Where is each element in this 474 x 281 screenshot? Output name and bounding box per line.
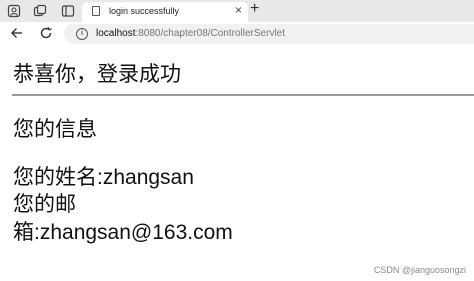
url-path: :8080/chapter08/ControllerServlet <box>135 28 285 39</box>
watermark: CSDN @jianguosongzi <box>373 265 466 275</box>
tab-actions-icon[interactable] <box>60 3 76 19</box>
close-icon[interactable]: × <box>235 4 242 16</box>
tab-strip: login successfully × + <box>0 0 474 22</box>
page-title: 恭喜你，登录成功 <box>13 63 181 86</box>
workspaces-icon[interactable] <box>32 3 48 19</box>
email-line-2: 箱:zhangsan@163.com <box>13 221 233 244</box>
divider <box>12 94 474 96</box>
new-tab-button[interactable]: + <box>250 1 259 17</box>
info-heading: 您的信息 <box>13 118 97 141</box>
email-line-1: 您的邮 <box>13 193 76 216</box>
url-host: localhost <box>96 28 136 39</box>
info-icon[interactable]: i <box>76 28 88 40</box>
toolbar: i localhost:8080/chapter08/ControllerSer… <box>0 22 474 46</box>
name-line: 您的姓名:zhangsan <box>13 166 194 189</box>
reload-icon[interactable] <box>38 25 54 41</box>
back-arrow-icon[interactable] <box>9 25 25 41</box>
profile-icon[interactable] <box>6 3 22 19</box>
url[interactable]: localhost:8080/chapter08/ControllerServl… <box>96 28 285 39</box>
tab-title: login successfully <box>109 6 180 16</box>
page-content: 恭喜你，登录成功 您的信息 您的姓名:zhangsan 您的邮 箱:zhangs… <box>0 46 474 281</box>
page-icon <box>92 6 100 16</box>
address-bar[interactable]: i localhost:8080/chapter08/ControllerSer… <box>64 24 474 44</box>
tab-login-successfully[interactable]: login successfully × <box>82 2 248 22</box>
